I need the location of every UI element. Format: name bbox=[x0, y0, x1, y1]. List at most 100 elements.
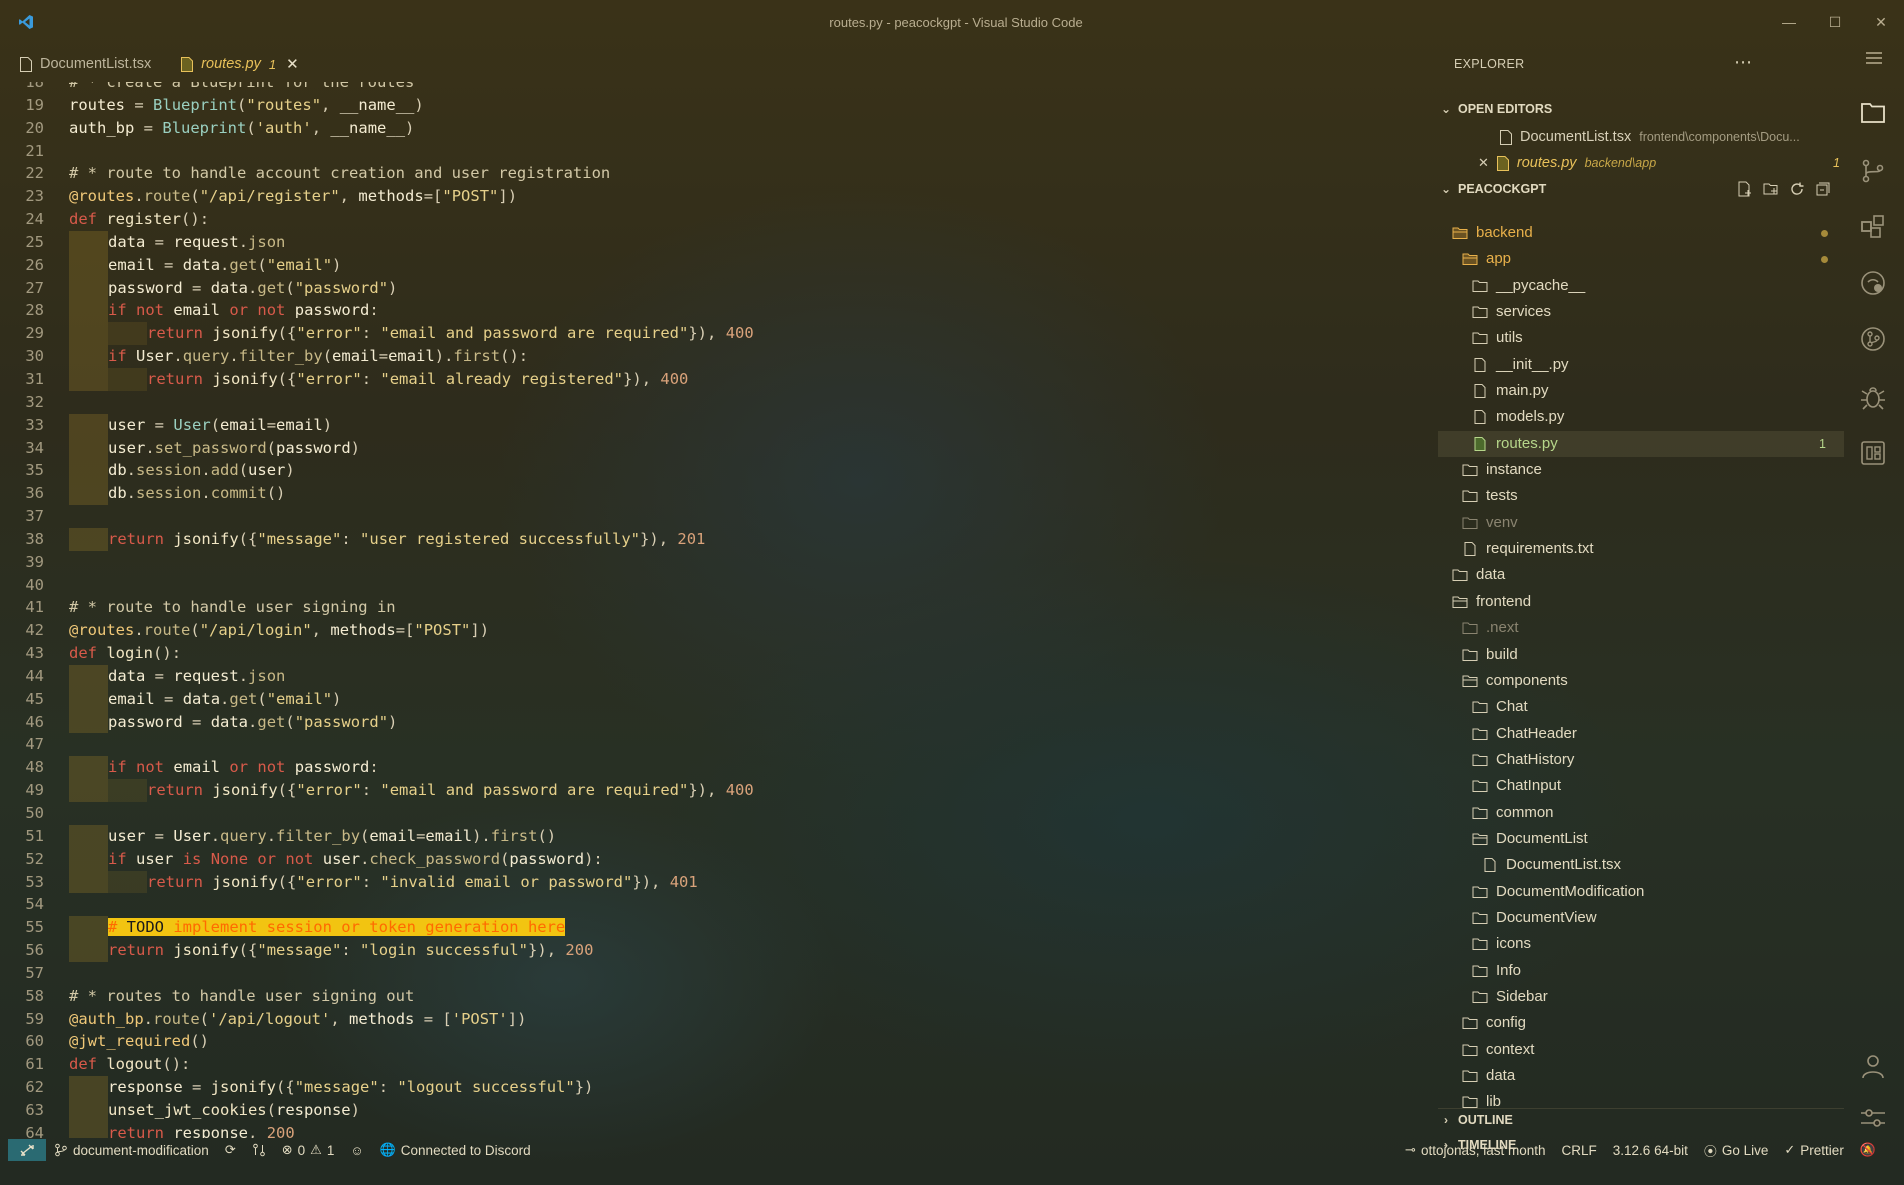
git-blame-item[interactable]: ⊸ ottojonas, last month bbox=[1397, 1139, 1553, 1161]
sync-item[interactable]: ⟳ bbox=[217, 1139, 244, 1161]
git-graph-icon[interactable] bbox=[1858, 324, 1888, 354]
accounts-icon[interactable] bbox=[1858, 1051, 1888, 1081]
menu-icon[interactable] bbox=[1862, 46, 1886, 70]
close-editor-icon[interactable]: ✕ bbox=[1478, 152, 1489, 174]
tree-folder[interactable]: Chat bbox=[1438, 694, 1844, 720]
debug-bug-icon[interactable] bbox=[1858, 382, 1888, 412]
code-line[interactable]: 25 data = request.json bbox=[8, 230, 1438, 254]
code-line[interactable]: 55 # TODO implement session or token gene… bbox=[8, 916, 1438, 940]
project-header[interactable]: ⌄ PEACOCKGPT bbox=[1438, 178, 1844, 200]
code-line[interactable]: 51 user = User.query.filter_by(email=emai… bbox=[8, 824, 1438, 848]
run-debug-icon[interactable] bbox=[1858, 268, 1888, 298]
code-editor[interactable]: 18 # * create a Blueprint for the routes 1… bbox=[8, 82, 1438, 1138]
code-line[interactable]: 41 # * route to handle user signing in bbox=[8, 596, 1438, 619]
code-line[interactable]: 22 # * route to handle account creation a… bbox=[8, 162, 1438, 185]
tree-folder[interactable]: ChatHeader bbox=[1438, 721, 1844, 747]
code-line[interactable]: 62 response = jsonify({"message": "logout… bbox=[8, 1076, 1438, 1099]
code-line[interactable]: 33 user = User(email=email) bbox=[8, 413, 1438, 437]
outline-header[interactable]: › OUTLINE bbox=[1438, 1108, 1844, 1130]
tree-folder[interactable]: __pycache__ bbox=[1438, 273, 1844, 299]
tree-folder[interactable]: venv bbox=[1438, 510, 1844, 536]
code-line[interactable]: 45 email = data.get("email") bbox=[8, 687, 1438, 711]
code-line[interactable]: 48 if not email or not password: bbox=[8, 756, 1438, 780]
code-line[interactable]: 44 data = request.json bbox=[8, 664, 1438, 688]
code-line[interactable]: 21 bbox=[8, 140, 1438, 163]
remote-explorer-icon[interactable] bbox=[1858, 438, 1888, 468]
tab-routes[interactable]: routes.py 1 ✕ bbox=[169, 46, 316, 82]
tree-folder[interactable]: context bbox=[1438, 1037, 1844, 1063]
code-line[interactable]: 35 db.session.add(user) bbox=[8, 459, 1438, 483]
code-line[interactable]: 47 bbox=[8, 733, 1438, 756]
remote-indicator[interactable] bbox=[8, 1139, 46, 1161]
settings-gear-icon[interactable] bbox=[1858, 1103, 1888, 1133]
tree-folder[interactable]: common bbox=[1438, 800, 1844, 826]
branch-item[interactable]: document-modification bbox=[46, 1139, 217, 1161]
code-line[interactable]: 29 return jsonify({"error": "email and pa… bbox=[8, 322, 1438, 346]
tree-file[interactable]: main.py bbox=[1438, 378, 1844, 404]
tree-folder[interactable]: data bbox=[1438, 562, 1844, 588]
maximize-button[interactable]: ☐ bbox=[1812, 8, 1858, 36]
code-line[interactable]: 49 return jsonify({"error": "email and pa… bbox=[8, 779, 1438, 802]
code-line[interactable]: 18 # * create a Blueprint for the routes bbox=[8, 82, 1438, 94]
tree-folder[interactable]: DocumentView bbox=[1438, 905, 1844, 931]
code-line[interactable]: 37 bbox=[8, 505, 1438, 528]
minimize-button[interactable]: — bbox=[1766, 8, 1812, 36]
tree-file[interactable]: routes.py 1 bbox=[1438, 430, 1844, 458]
code-line[interactable]: 46 password = data.get("password") bbox=[8, 710, 1438, 734]
more-actions-icon[interactable]: ⋯ bbox=[1734, 46, 1752, 82]
prettier-item[interactable]: ✓ Prettier bbox=[1776, 1139, 1851, 1161]
tree-folder[interactable]: app bbox=[1438, 246, 1844, 272]
code-line[interactable]: 28 if not email or not password: bbox=[8, 299, 1438, 323]
code-line[interactable]: 27 password = data.get("password") bbox=[8, 276, 1438, 300]
tree-folder[interactable]: Info bbox=[1438, 958, 1844, 984]
code-line[interactable]: 32 bbox=[8, 391, 1438, 414]
code-line[interactable]: 53 return jsonify({"error": "invalid emai… bbox=[8, 870, 1438, 894]
tree-folder[interactable]: data bbox=[1438, 1063, 1844, 1089]
code-line[interactable]: 30 if User.query.filter_by(email=email).f… bbox=[8, 345, 1438, 368]
notifications-item[interactable]: 🔕 bbox=[1852, 1139, 1884, 1161]
tree-file[interactable]: __init__.py bbox=[1438, 352, 1844, 378]
close-tab-icon[interactable]: ✕ bbox=[286, 55, 299, 73]
tree-file[interactable]: DocumentList.tsx bbox=[1438, 852, 1844, 878]
tree-folder[interactable]: backend bbox=[1438, 220, 1844, 246]
git-graph-status[interactable] bbox=[244, 1139, 274, 1161]
code-line[interactable]: 23 @routes.route("/api/register", methods… bbox=[8, 185, 1438, 208]
code-line[interactable]: 19 routes = Blueprint("routes", __name__) bbox=[8, 94, 1438, 117]
code-line[interactable]: 58 # * routes to handle user signing out bbox=[8, 985, 1438, 1008]
tree-folder[interactable]: ChatHistory bbox=[1438, 747, 1844, 773]
source-control-icon[interactable] bbox=[1858, 156, 1888, 186]
code-line[interactable]: 50 bbox=[8, 802, 1438, 825]
tree-folder[interactable]: DocumentList bbox=[1438, 826, 1844, 852]
code-line[interactable]: 24 def register(): bbox=[8, 208, 1438, 231]
code-line[interactable]: 54 bbox=[8, 893, 1438, 916]
open-editors-header[interactable]: ⌄ OPEN EDITORS bbox=[1438, 98, 1844, 120]
code-line[interactable]: 64 return response, 200 bbox=[8, 1121, 1438, 1138]
tree-folder[interactable]: tests bbox=[1438, 483, 1844, 509]
refresh-icon[interactable] bbox=[1788, 180, 1806, 198]
tree-folder[interactable]: frontend bbox=[1438, 589, 1844, 615]
python-interpreter-item[interactable]: 3.12.6 64-bit bbox=[1605, 1139, 1696, 1161]
new-folder-icon[interactable] bbox=[1762, 180, 1780, 198]
tree-folder[interactable]: services bbox=[1438, 299, 1844, 325]
code-line[interactable]: 26 email = data.get("email") bbox=[8, 253, 1438, 277]
code-line[interactable]: 56 return jsonify({"message": "login succ… bbox=[8, 939, 1438, 962]
code-line[interactable]: 34 user.set_password(password) bbox=[8, 436, 1438, 460]
tree-folder[interactable]: instance bbox=[1438, 457, 1844, 483]
code-line[interactable]: 52 if user is None or not user.check_pass… bbox=[8, 847, 1438, 871]
code-line[interactable]: 59 @auth_bp.route('/api/logout', methods … bbox=[8, 1008, 1438, 1031]
code-line[interactable]: 60 @jwt_required() bbox=[8, 1030, 1438, 1053]
go-live-button[interactable]: ⦿ Go Live bbox=[1696, 1139, 1777, 1161]
tree-folder[interactable]: DocumentModification bbox=[1438, 879, 1844, 905]
open-editor-routes[interactable]: ✕ routes.py backend\app 1 bbox=[1478, 152, 1842, 174]
tree-file[interactable]: requirements.txt bbox=[1438, 536, 1844, 562]
tree-folder[interactable]: config bbox=[1438, 1010, 1844, 1036]
code-line[interactable]: 39 bbox=[8, 551, 1438, 574]
code-line[interactable]: 61 def logout(): bbox=[8, 1053, 1438, 1076]
code-line[interactable]: 43 def login(): bbox=[8, 642, 1438, 665]
eol-item[interactable]: CRLF bbox=[1554, 1139, 1605, 1161]
tree-folder[interactable]: icons bbox=[1438, 931, 1844, 957]
code-line[interactable]: 57 bbox=[8, 962, 1438, 985]
code-line[interactable]: 63 unset_jwt_cookies(response) bbox=[8, 1098, 1438, 1122]
extensions-icon[interactable] bbox=[1858, 212, 1888, 242]
feedback-item[interactable]: ☺ bbox=[342, 1139, 371, 1161]
